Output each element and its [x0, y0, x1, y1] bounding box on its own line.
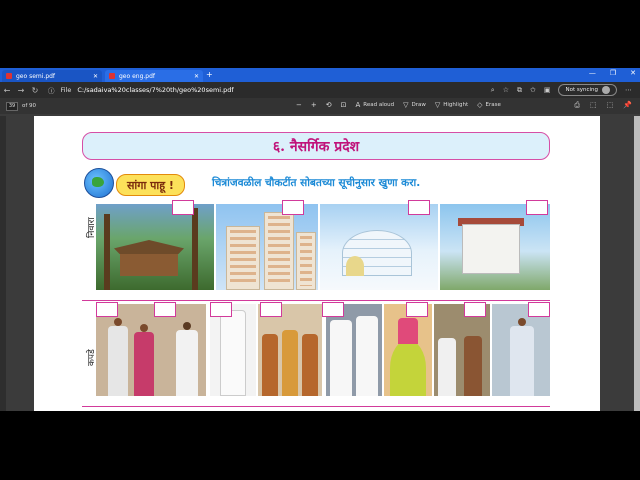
tab-label: geo semi.pdf — [16, 72, 56, 80]
checkbox-clothes-2[interactable] — [154, 302, 176, 317]
checkbox-igloo[interactable] — [408, 200, 430, 215]
checkbox-clothes-1[interactable] — [96, 302, 118, 317]
row-divider — [82, 406, 550, 407]
page-number-input[interactable]: 39 — [6, 101, 18, 111]
checkbox-clothes-3[interactable] — [210, 302, 232, 317]
sanga-pahu-label: सांगा पाहू ! — [116, 174, 185, 196]
pdf-actions: ⎙ ⬚ ⬚ 📌 — [574, 101, 632, 110]
tribal-group-image — [258, 304, 322, 396]
page-count: of 90 — [22, 103, 37, 109]
draw-button[interactable]: ▽ Draw — [403, 101, 426, 109]
address-bar-actions: ⌕ ☆ ⧉ ✩ ▣ Not syncing ⋯ — [491, 84, 632, 96]
checkbox-clothes-8[interactable] — [528, 302, 550, 317]
close-window-button[interactable]: ✕ — [630, 69, 636, 77]
pin-icon[interactable]: 📌 — [623, 101, 632, 110]
couple-traditional-image — [96, 304, 206, 396]
scrollbar[interactable] — [634, 116, 640, 411]
refresh-icon[interactable]: ↻ — [28, 86, 42, 95]
search-icon[interactable]: ⌕ — [491, 86, 495, 95]
forward-icon[interactable]: → — [14, 86, 28, 95]
white-robes-image — [326, 304, 382, 396]
sync-label: Not syncing — [565, 87, 598, 93]
collections-icon[interactable]: ▣ — [544, 86, 551, 94]
maximize-button[interactable]: ❐ — [610, 69, 616, 77]
draw-icon: ▽ — [403, 101, 409, 109]
igloo-image — [320, 204, 438, 290]
hut-image — [96, 204, 214, 290]
villagers-image — [434, 304, 490, 396]
checkbox-bungalow[interactable] — [526, 200, 548, 215]
globe-icon — [84, 168, 114, 198]
pdf-icon — [109, 73, 115, 79]
chapter-title: ६. नैसर्गिक प्रदेश — [82, 132, 550, 160]
checkbox-clothes-4[interactable] — [260, 302, 282, 317]
apartment-image — [216, 204, 318, 290]
tab-geo-semi[interactable]: geo semi.pdf ✕ — [2, 70, 102, 82]
read-aloud-icon: A — [355, 101, 361, 109]
row-divider — [82, 300, 550, 301]
checkbox-apartment[interactable] — [282, 200, 304, 215]
tab-geo-eng[interactable]: geo eng.pdf ✕ — [105, 70, 203, 82]
rotate-icon[interactable]: ⟲ — [326, 101, 332, 109]
zoom-out-button[interactable]: − — [296, 101, 302, 109]
browser-window: geo semi.pdf ✕ geo eng.pdf ✕ + — ❐ ✕ ← →… — [0, 68, 640, 411]
bungalow-image — [440, 204, 550, 290]
new-tab-button[interactable]: + — [206, 70, 213, 79]
checkbox-clothes-6[interactable] — [406, 302, 428, 317]
highlight-button[interactable]: ▽ Highlight — [435, 101, 468, 109]
dhoti-image — [210, 304, 256, 396]
close-tab-icon[interactable]: ✕ — [194, 73, 199, 80]
zoom-in-button[interactable]: + — [311, 101, 317, 109]
profile-sync-button[interactable]: Not syncing — [558, 84, 617, 96]
back-icon[interactable]: ← — [0, 86, 14, 95]
avatar — [602, 86, 610, 94]
instruction-text: चित्रांजवळील चौकटींत सोबतच्या सूचीनुसार … — [212, 177, 421, 189]
lehenga-image — [384, 304, 432, 396]
pdf-toolbar: 39 of 90 − + ⟲ ⊡ A Read aloud ▽ Draw ▽ High… — [0, 98, 640, 114]
favorite-star-icon[interactable]: ☆ — [503, 86, 509, 94]
more-icon[interactable]: ⋯ — [625, 86, 632, 94]
pdf-icon — [6, 73, 12, 79]
tab-label: geo eng.pdf — [119, 72, 156, 80]
print-icon[interactable]: ⎙ — [574, 101, 580, 110]
old-man-image — [492, 304, 550, 396]
left-gutter — [0, 116, 6, 411]
pdf-tools: − + ⟲ ⊡ A Read aloud ▽ Draw ▽ Highlight ◇ Er… — [296, 101, 501, 109]
read-aloud-button[interactable]: A Read aloud — [356, 101, 395, 109]
erase-button[interactable]: ◇ Erase — [477, 101, 501, 109]
favorites-icon[interactable]: ✩ — [530, 86, 536, 94]
close-tab-icon[interactable]: ✕ — [93, 73, 98, 80]
minimize-button[interactable]: — — [589, 69, 596, 77]
checkbox-clothes-5[interactable] — [322, 302, 344, 317]
file-info-icon[interactable]: ⓘ — [48, 85, 55, 95]
pdf-page: ६. नैसर्गिक प्रदेश सांगा पाहू ! चित्रांज… — [34, 116, 600, 411]
fit-page-icon[interactable]: ⊡ — [341, 101, 347, 109]
eraser-icon: ◇ — [477, 101, 483, 109]
save-icon[interactable]: ⬚ — [590, 101, 597, 110]
save-as-icon[interactable]: ⬚ — [607, 101, 614, 110]
window-controls: — ❐ ✕ — [589, 69, 636, 77]
extensions-icon[interactable]: ⧉ — [517, 86, 522, 95]
checkbox-clothes-7[interactable] — [464, 302, 486, 317]
address-bar: ← → ↻ ⓘ File C:/sadaiva%20classes/7%20th… — [0, 82, 640, 98]
url-text[interactable]: C:/sadaiva%20classes/7%20th/geo%20semi.p… — [77, 86, 233, 94]
tab-bar: geo semi.pdf ✕ geo eng.pdf ✕ + — ❐ ✕ — [0, 68, 640, 82]
checkbox-hut[interactable] — [172, 200, 194, 215]
file-label: File — [60, 86, 72, 94]
highlight-icon: ▽ — [434, 101, 441, 109]
